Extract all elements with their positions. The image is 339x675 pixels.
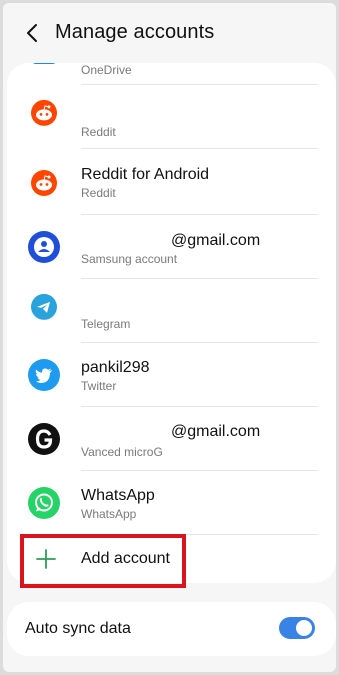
divider [81, 148, 318, 149]
account-name: Reddit for Android [81, 166, 210, 183]
twitter-icon [27, 358, 61, 392]
page-title: Manage accounts [55, 21, 215, 43]
account-type: Samsung account [81, 252, 178, 266]
auto-sync-toggle[interactable] [279, 617, 315, 639]
account-row-onedrive[interactable]: OneDrive [7, 63, 336, 85]
accounts-list: OneDrive Reddit Reddit for Android Reddi… [7, 63, 336, 583]
account-name: WhatsApp [81, 487, 155, 504]
back-button[interactable] [20, 21, 44, 45]
account-type: Twitter [81, 379, 117, 393]
account-row-twitter[interactable]: pankil298 Twitter [7, 343, 336, 407]
back-arrow-icon [27, 24, 37, 42]
add-account-label: Add account [81, 550, 170, 567]
app-bar: Manage accounts [3, 3, 336, 61]
add-account-button[interactable]: Add account [7, 535, 336, 583]
account-row-samsung-account[interactable]: @gmail.com Samsung account [7, 215, 336, 279]
account-type: Reddit [81, 186, 116, 200]
account-name: pankil298 [81, 359, 150, 376]
account-type: Telegram [81, 317, 131, 331]
account-email: @gmail.com [171, 423, 261, 440]
account-type: Vanced microG [81, 445, 163, 459]
reddit-icon [27, 96, 61, 130]
whatsapp-icon [27, 486, 61, 520]
account-row-whatsapp[interactable]: WhatsApp WhatsApp [7, 471, 336, 535]
telegram-icon [27, 290, 61, 324]
account-type: OneDrive [81, 63, 132, 77]
account-row-telegram[interactable]: Telegram [7, 279, 336, 343]
toggle-knob [296, 620, 312, 636]
account-row-vanced-microg[interactable]: @gmail.com Vanced microG [7, 407, 336, 471]
plus-icon [36, 549, 56, 569]
auto-sync-row[interactable]: Auto sync data [7, 602, 336, 656]
account-email: @gmail.com [171, 232, 261, 249]
account-type: WhatsApp [81, 507, 137, 521]
auto-sync-label: Auto sync data [25, 620, 131, 637]
screen: Manage accounts OneDrive Reddit Reddit f… [3, 3, 336, 672]
account-row-reddit[interactable]: Reddit [7, 85, 336, 149]
samsung-account-icon [27, 230, 61, 264]
account-type: Reddit [81, 125, 116, 139]
vanced-microg-icon [27, 422, 61, 456]
reddit-icon [27, 166, 61, 200]
onedrive-icon [27, 63, 61, 75]
account-row-reddit-for-android[interactable]: Reddit for Android Reddit [7, 151, 336, 215]
